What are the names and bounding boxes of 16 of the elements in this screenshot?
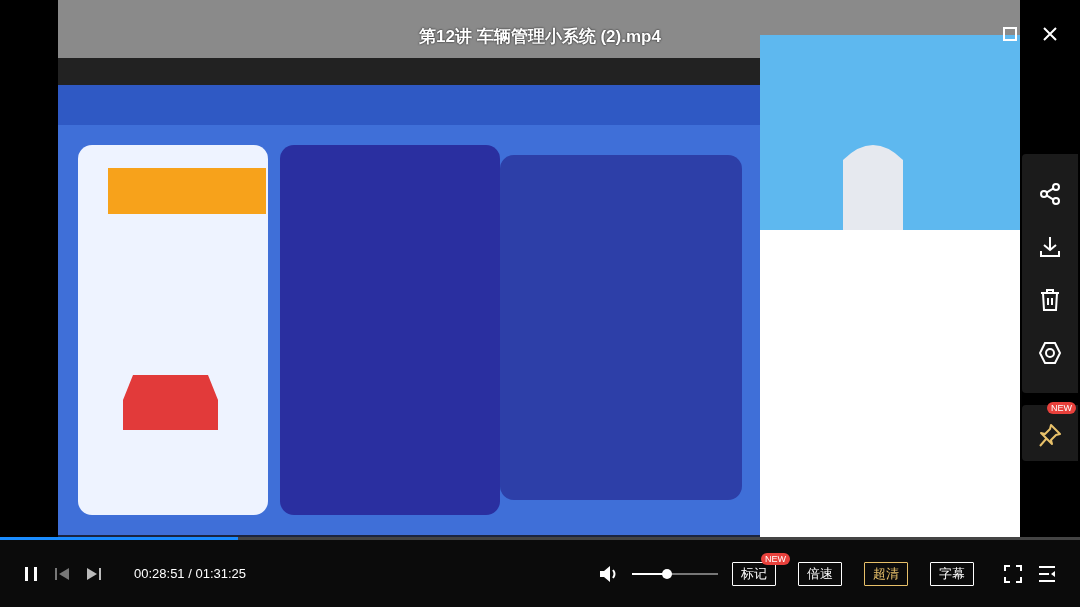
new-badge: NEW — [761, 552, 790, 565]
option-button[interactable]: 超清 — [864, 561, 908, 586]
close-button[interactable] — [1042, 26, 1058, 42]
progress-bar[interactable] — [0, 537, 1080, 540]
video-title: 第12讲 车辆管理小系统 (2).mp4 — [418, 26, 662, 48]
option-button[interactable]: 字幕 — [930, 561, 974, 586]
trash-icon[interactable] — [1038, 288, 1062, 312]
hexagon-icon[interactable] — [1038, 341, 1062, 365]
pin-icon[interactable] — [1038, 423, 1062, 449]
maximize-button[interactable] — [1001, 25, 1019, 43]
playback-time: 00:28:51 / 01:31:25 — [134, 566, 247, 581]
share-icon[interactable] — [1038, 182, 1062, 206]
new-badge: NEW — [1047, 402, 1076, 414]
option-button[interactable]: 倍速 — [798, 561, 842, 586]
volume-slider[interactable] — [632, 568, 718, 579]
download-icon[interactable] — [1038, 235, 1062, 259]
